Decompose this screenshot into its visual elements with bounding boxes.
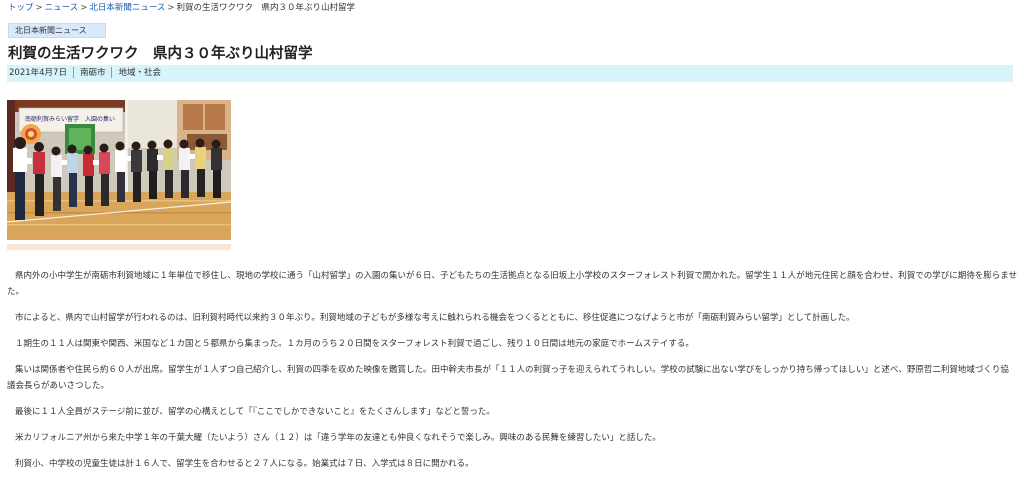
article-paragraph: 米カリフォルニア州から来た中学１年の千葉大耀（たいよう）さん（１２）は「違う学年… bbox=[15, 433, 661, 443]
breadcrumb-current: 利賀の生活ワクワク 県内３０年ぶり山村留学 bbox=[176, 3, 356, 13]
banner-text: 南砺利賀みらい留学 入園の集い bbox=[25, 115, 115, 123]
breadcrumb-separator: > bbox=[80, 3, 88, 13]
article-paragraph: １期生の１１人は関東や関西、米国など１カ国と５都県から集まった。１カ月のうち２０… bbox=[15, 339, 694, 349]
meta-city: 南砺市 bbox=[79, 68, 106, 78]
photo-caption-bar bbox=[7, 244, 231, 250]
meta-divider bbox=[111, 67, 113, 78]
article-paragraph: 市によると、県内で山村留学が行われるのは、旧利賀村時代以来約３０年ぶり。利賀地域… bbox=[15, 313, 855, 323]
article-paragraph: 県内外の小中学生が南砺市利賀地域に１年単位で移住し、現地の学校に通う「山村留学」… bbox=[7, 271, 1017, 297]
publish-date: 2021年4月7日 bbox=[9, 68, 67, 78]
article-paragraph: 集いは関係者や住民ら約６０人が出席。留学生が１人ずつ自己紹介し、利賀の四季を収め… bbox=[7, 365, 1009, 391]
article-photo-illustration: 南砺利賀みらい留学 入園の集い bbox=[7, 100, 231, 240]
page-title: 利賀の生活ワクワク 県内３０年ぶり山村留学 bbox=[8, 46, 313, 62]
article-paragraph: 最後に１１人全員がステージ前に並び、留学の心構えとして「『ここでしかできないこと… bbox=[15, 407, 495, 417]
article-paragraph: 利賀小、中学校の児童生徒は計１６人で、留学生を合わせると２７人になる。始業式は７… bbox=[15, 459, 474, 469]
breadcrumb-news-link[interactable]: ニュース bbox=[45, 3, 79, 13]
meta-divider bbox=[72, 67, 74, 78]
breadcrumb-hokunichi-link[interactable]: 北日本新聞ニュース bbox=[89, 3, 165, 13]
article-meta-bar: 2021年4月7日 南砺市 地域・社会 bbox=[7, 65, 1013, 82]
article-photo[interactable]: 南砺利賀みらい留学 入園の集い bbox=[7, 100, 231, 240]
category-tag[interactable]: 北日本新聞ニュース bbox=[8, 23, 106, 38]
breadcrumb: トップ > ニュース > 北日本新聞ニュース > 利賀の生活ワクワク 県内３０年ぶり山村留学 bbox=[8, 1, 355, 13]
breadcrumb-separator: > bbox=[35, 3, 43, 13]
breadcrumb-separator: > bbox=[167, 3, 175, 13]
meta-section: 地域・社会 bbox=[118, 68, 161, 78]
breadcrumb-top-link[interactable]: トップ bbox=[8, 3, 34, 13]
article-body: 県内外の小中学生が南砺市利賀地域に１年単位で移住し、現地の学校に通う「山村留学」… bbox=[7, 268, 1017, 472]
